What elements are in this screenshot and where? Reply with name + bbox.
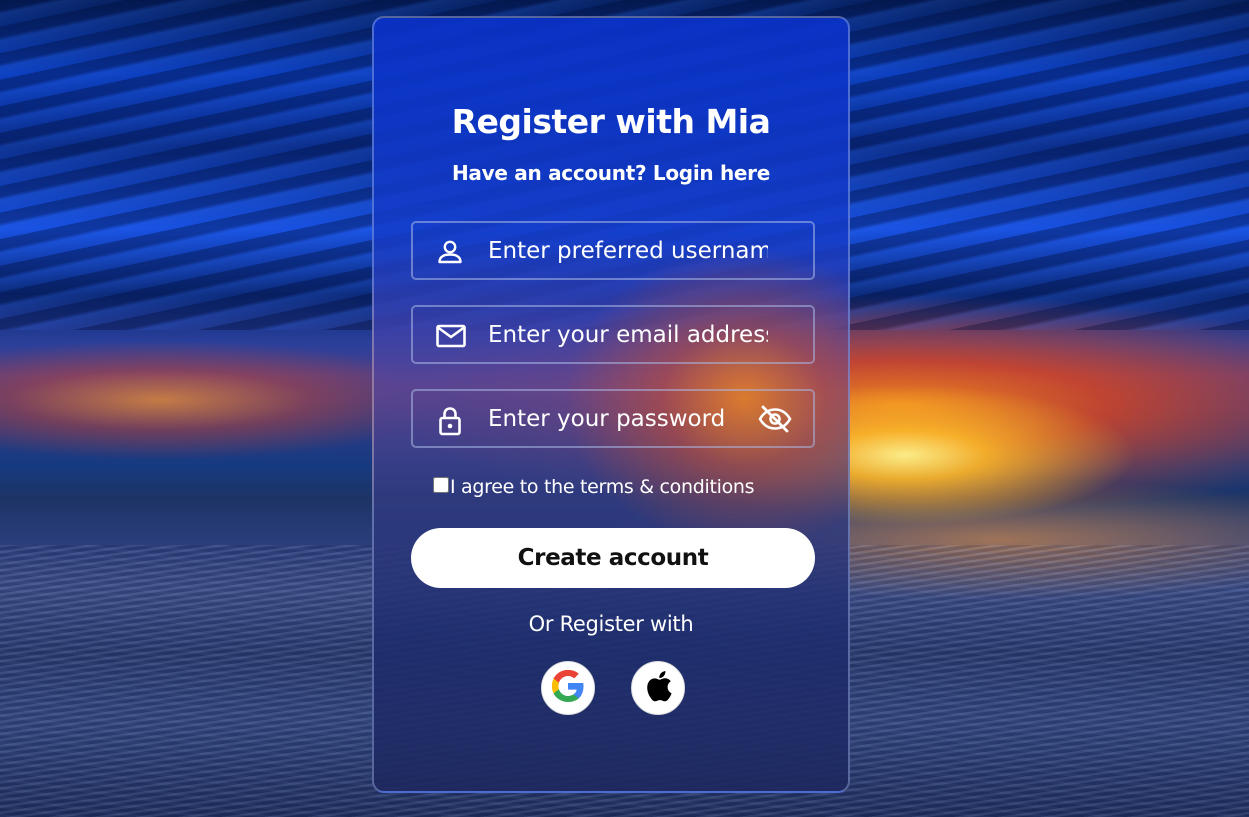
username-input[interactable]	[488, 233, 768, 269]
or-register-label: Or Register with	[528, 612, 694, 636]
terms-checkbox[interactable]	[433, 477, 449, 493]
register-card: Register with Mia Have an account? Login…	[372, 16, 850, 793]
eye-off-icon[interactable]	[757, 403, 793, 435]
lock-icon	[435, 405, 465, 436]
terms-row: I agree to the terms & conditions	[433, 476, 755, 498]
user-icon	[435, 237, 465, 267]
create-account-button[interactable]: Create account	[411, 528, 815, 588]
password-field[interactable]	[411, 389, 815, 448]
apple-icon	[643, 669, 673, 707]
terms-label: I agree to the terms & conditions	[450, 476, 755, 498]
email-field[interactable]	[411, 305, 815, 364]
mail-icon	[435, 321, 466, 351]
google-button[interactable]	[541, 661, 595, 715]
google-icon	[549, 667, 587, 709]
password-input[interactable]	[488, 401, 768, 437]
username-field[interactable]	[411, 221, 815, 280]
apple-button[interactable]	[631, 661, 685, 715]
page-title: Register with Mia	[451, 102, 771, 141]
login-link[interactable]: Have an account? Login here	[374, 161, 848, 185]
email-input[interactable]	[488, 317, 768, 353]
